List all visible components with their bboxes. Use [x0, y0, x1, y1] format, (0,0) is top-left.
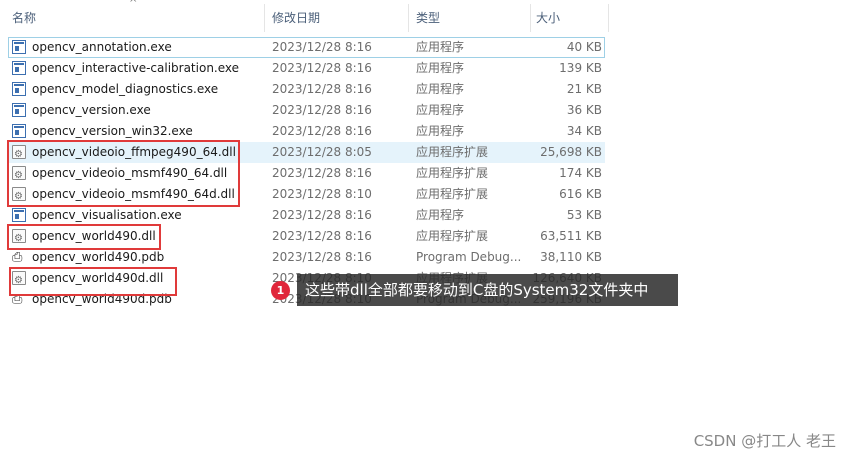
file-size: 174 KB [559, 166, 602, 180]
annotation-callout: 1 这些带dll全部都要移动到C盘的System32文件夹中 [271, 274, 678, 306]
file-name: opencv_visualisation.exe [32, 208, 182, 222]
file-name: opencv_model_diagnostics.exe [32, 82, 219, 96]
file-type: 应用程序扩展 [416, 187, 489, 201]
file-name: opencv_world490.pdb [32, 250, 165, 264]
file-date: 2023/12/28 8:16 [272, 229, 372, 243]
file-row[interactable]: opencv_world490.pdb 2023/12/28 8:16 Prog… [8, 247, 605, 268]
file-size: 63,511 KB [540, 229, 602, 243]
file-date: 2023/12/28 8:10 [272, 187, 372, 201]
file-row[interactable]: opencv_visualisation.exe 2023/12/28 8:16… [8, 205, 605, 226]
exe-icon [12, 40, 26, 54]
file-type: 应用程序扩展 [416, 229, 489, 243]
file-size: 53 KB [566, 208, 602, 222]
column-header-date[interactable]: 修改日期 [268, 0, 408, 36]
highlight-box-videoio-dlls [7, 140, 240, 207]
file-type: 应用程序 [416, 82, 465, 96]
file-date: 2023/12/28 8:16 [272, 61, 372, 75]
file-type: 应用程序扩展 [416, 166, 489, 180]
file-row[interactable]: opencv_model_diagnostics.exe 2023/12/28 … [8, 79, 605, 100]
column-header-bar: 名称 ^ 修改日期 类型 大小 [0, 0, 610, 36]
file-type: 应用程序 [416, 124, 465, 138]
file-type: 应用程序 [416, 103, 465, 117]
column-header-type[interactable]: 类型 [412, 0, 530, 36]
watermark: CSDN @打工人 老王 [693, 432, 836, 450]
file-row[interactable]: opencv_interactive-calibration.exe 2023/… [8, 58, 605, 79]
annotation-badge: 1 [271, 281, 290, 300]
file-type: Program Debug... [416, 250, 522, 264]
column-divider[interactable] [530, 4, 531, 32]
file-date: 2023/12/28 8:16 [272, 40, 372, 54]
exe-icon [12, 82, 26, 96]
column-divider[interactable] [264, 4, 265, 32]
file-size: 139 KB [559, 61, 602, 75]
exe-icon [12, 103, 26, 117]
file-type: 应用程序 [416, 208, 465, 222]
file-name: opencv_version.exe [32, 103, 151, 117]
file-row[interactable]: opencv_annotation.exe 2023/12/28 8:16 应用… [8, 37, 605, 58]
column-header-size[interactable]: 大小 [532, 0, 608, 36]
file-size: 25,698 KB [540, 145, 602, 159]
file-name: opencv_annotation.exe [32, 40, 172, 54]
exe-icon [12, 208, 26, 222]
file-size: 616 KB [559, 187, 602, 201]
highlight-box-world-dll [7, 224, 161, 250]
file-size: 36 KB [566, 103, 602, 117]
file-size: 38,110 KB [540, 250, 602, 264]
file-date: 2023/12/28 8:16 [272, 103, 372, 117]
file-name: opencv_interactive-calibration.exe [32, 61, 240, 75]
file-size: 40 KB [566, 40, 602, 54]
file-type: 应用程序扩展 [416, 145, 489, 159]
annotation-text: 这些带dll全部都要移动到C盘的System32文件夹中 [297, 274, 678, 306]
file-size: 21 KB [566, 82, 602, 96]
file-size: 34 KB [566, 124, 602, 138]
sort-ascending-icon: ^ [129, 0, 138, 9]
file-date: 2023/12/28 8:05 [272, 145, 372, 159]
file-row[interactable]: opencv_version.exe 2023/12/28 8:16 应用程序 … [8, 100, 605, 121]
file-date: 2023/12/28 8:16 [272, 82, 372, 96]
column-divider[interactable] [608, 4, 609, 32]
file-date: 2023/12/28 8:16 [272, 250, 372, 264]
column-divider[interactable] [408, 4, 409, 32]
file-date: 2023/12/28 8:16 [272, 208, 372, 222]
file-name: opencv_version_win32.exe [32, 124, 193, 138]
exe-icon [12, 61, 26, 75]
file-type: 应用程序 [416, 61, 465, 75]
file-date: 2023/12/28 8:16 [272, 166, 372, 180]
highlight-box-world-debug-dll [9, 267, 177, 296]
file-type: 应用程序 [416, 40, 465, 54]
file-row[interactable]: opencv_version_win32.exe 2023/12/28 8:16… [8, 121, 605, 142]
exe-icon [12, 124, 26, 138]
file-date: 2023/12/28 8:16 [272, 124, 372, 138]
pdb-icon [12, 247, 26, 268]
